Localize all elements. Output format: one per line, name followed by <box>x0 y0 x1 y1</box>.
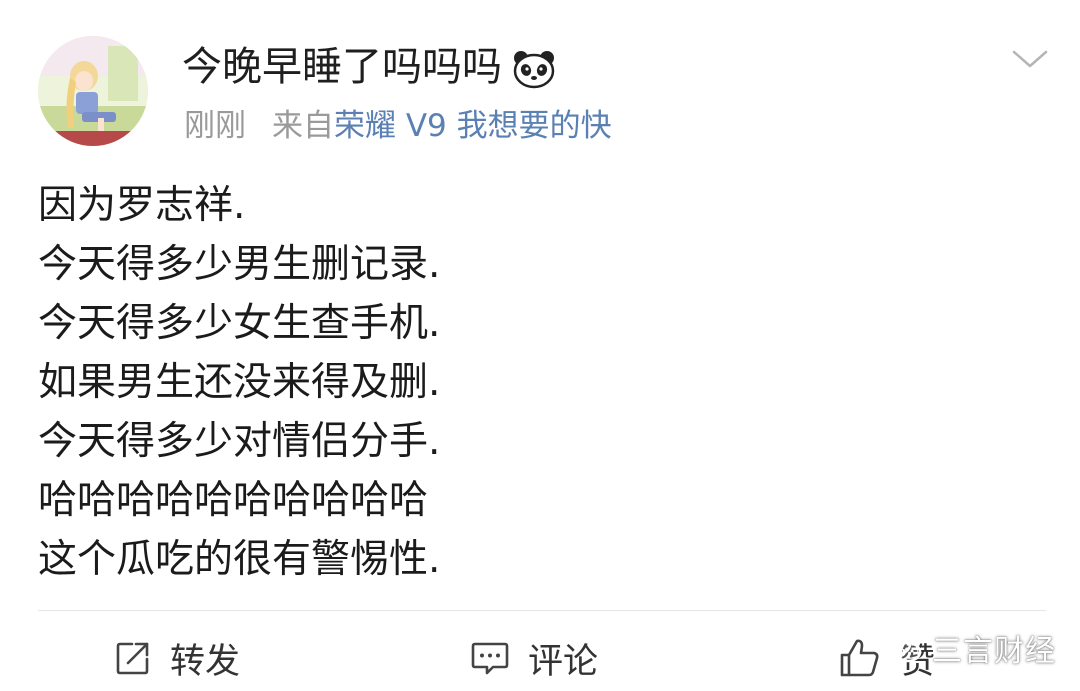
post-line: 今天得多少对情侣分手. <box>38 419 441 464</box>
watermark-text: 三言财经 <box>932 634 1056 669</box>
post-line: 今天得多少男生删记录. <box>38 242 441 287</box>
repost-button[interactable]: 转发 <box>114 628 240 688</box>
thumbs-up-icon <box>838 637 882 679</box>
avatar[interactable] <box>38 36 148 146</box>
chevron-down-icon[interactable] <box>1010 44 1050 74</box>
divider <box>38 610 1046 611</box>
post-line: 哈哈哈哈哈哈哈哈哈哈 <box>38 478 429 523</box>
username-row[interactable]: 今晚早睡了吗吗吗 <box>182 40 556 94</box>
watermark: 三言财经 <box>880 626 1056 670</box>
post-line: 这个瓜吃的很有警惕性. <box>38 537 441 582</box>
comment-icon <box>470 639 510 677</box>
post-meta: 刚刚 来自荣耀 V9 我想要的快 <box>184 106 612 146</box>
post-content: 因为罗志祥. 今天得多少男生删记录. 今天得多少女生查手机. 如果男生还没来得及… <box>38 176 440 589</box>
avatar-image <box>38 36 148 146</box>
post-line: 因为罗志祥. <box>38 183 246 228</box>
repost-icon <box>114 639 152 677</box>
post-line: 如果男生还没来得及删. <box>38 360 441 405</box>
post-line: 今天得多少女生查手机. <box>38 301 441 346</box>
wechat-icon <box>880 630 924 666</box>
repost-label: 转发 <box>170 641 241 682</box>
source-device-link[interactable]: 荣耀 V9 我想要的快 <box>334 108 612 144</box>
comment-label: 评论 <box>528 641 599 682</box>
source-prefix: 来自 <box>272 108 334 144</box>
panda-icon <box>512 49 556 89</box>
username[interactable]: 今晚早睡了吗吗吗 <box>182 40 502 94</box>
weibo-post: 今晚早睡了吗吗吗 刚刚 来自荣耀 V9 我想要的快 因为罗志祥. 今天得多少男生删… <box>0 0 1080 691</box>
post-time: 刚刚 <box>184 108 246 144</box>
comment-button[interactable]: 评论 <box>470 628 598 688</box>
